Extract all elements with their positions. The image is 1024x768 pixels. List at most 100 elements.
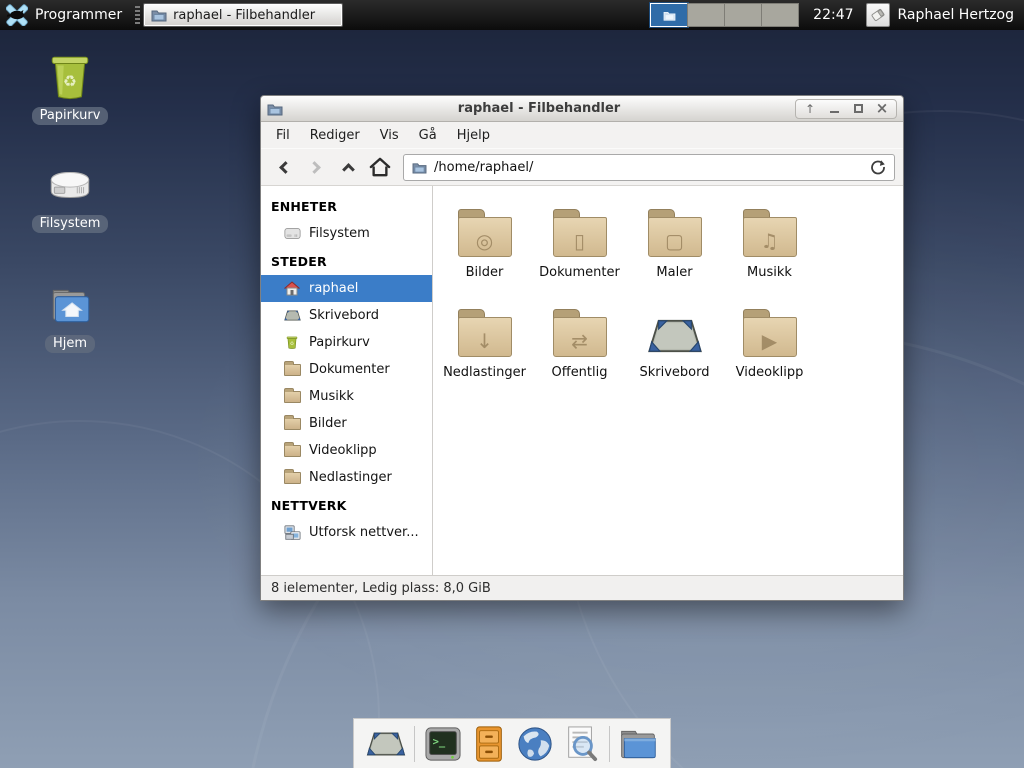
workspace-1[interactable] (650, 3, 688, 27)
svg-text:>_: >_ (433, 735, 446, 747)
sidebar-header-steder: STEDER (261, 247, 432, 275)
file-label: Skrivebord (639, 365, 709, 380)
maximize-button[interactable] (852, 103, 864, 115)
sidebar-item-papirkurv[interactable]: ♻ Papirkurv (261, 329, 432, 356)
file-tile-offentlig[interactable]: ⇄ Offentlig (532, 298, 627, 398)
sidebar-item-videoklipp[interactable]: Videoklipp (261, 437, 432, 464)
folder-documents-icon: ▯ (553, 217, 607, 257)
top-panel: Programmer raphael - Filbehandler 22:47 (0, 0, 1024, 30)
menu-fil[interactable]: Fil (266, 125, 300, 146)
folder-videos-icon: ▶ (743, 317, 797, 357)
home-button[interactable] (365, 153, 395, 181)
titlebar[interactable]: raphael - Filbehandler ↑ × (261, 96, 903, 122)
file-cabinet-icon (472, 725, 506, 763)
file-tile-skrivebord[interactable]: Skrivebord (627, 298, 722, 398)
reload-button[interactable] (870, 159, 886, 175)
menu-rediger[interactable]: Rediger (300, 125, 370, 146)
session-action-button[interactable] (866, 3, 890, 27)
file-label: Musikk (747, 265, 792, 280)
minimize-button[interactable] (828, 103, 840, 115)
desktop-icon-home[interactable]: Hjem (24, 280, 116, 353)
forward-icon (308, 161, 321, 174)
sidebar-item-utforsk-nettverk[interactable]: Utforsk nettver... (261, 519, 432, 546)
menu-vis[interactable]: Vis (370, 125, 409, 146)
folder-icon (283, 470, 301, 486)
file-manager-icon (618, 727, 658, 761)
sidebar-item-bilder[interactable]: Bilder (261, 410, 432, 437)
statusbar: 8 ielementer, Ledig plass: 8,0 GiB (261, 575, 903, 600)
desktop-icon-label: Filsystem (32, 215, 109, 233)
menubar: Fil Rediger Vis Gå Hjelp (261, 122, 903, 148)
desktop-icon (647, 316, 703, 356)
menu-ga[interactable]: Gå (409, 125, 447, 146)
workspace-3[interactable] (724, 3, 762, 27)
folder-public-icon: ⇄ (553, 317, 607, 357)
sidebar-item-label: Papirkurv (309, 335, 370, 350)
path-field[interactable]: /home/raphael/ (403, 154, 895, 181)
window-body: ENHETER Filsystem STEDER (261, 186, 903, 575)
file-tile-musikk[interactable]: ♫ Musikk (722, 198, 817, 298)
sidebar-item-raphael[interactable]: raphael (261, 275, 432, 302)
home-icon (369, 157, 391, 177)
sidebar-header-enheter: ENHETER (261, 192, 432, 220)
trash-icon: ♻ (283, 335, 301, 351)
file-manager-button[interactable] (618, 724, 658, 764)
whiteout-icon (869, 6, 887, 24)
svg-text:♻: ♻ (63, 72, 77, 90)
web-browser-button[interactable] (515, 724, 555, 764)
file-tile-dokumenter[interactable]: ▯ Dokumenter (532, 198, 627, 298)
show-desktop-button[interactable] (366, 724, 406, 764)
up-button[interactable] (333, 153, 363, 181)
window-title: raphael - Filbehandler (289, 101, 789, 116)
sidebar-item-filsystem[interactable]: Filsystem (261, 220, 432, 247)
search-files-icon (563, 725, 599, 763)
tasklist-grip (135, 6, 140, 24)
taskbar-window-button[interactable]: raphael - Filbehandler (143, 3, 343, 27)
file-label: Dokumenter (539, 265, 620, 280)
folder-templates-icon: ▢ (648, 217, 702, 257)
statusbar-text: 8 ielementer, Ledig plass: 8,0 GiB (271, 581, 491, 596)
folder-pictures-icon: ◎ (458, 217, 512, 257)
folder-icon (283, 416, 301, 432)
file-label: Nedlastinger (443, 365, 526, 380)
terminal-icon: >_ (424, 726, 462, 762)
file-tile-videoklipp[interactable]: ▶ Videoklipp (722, 298, 817, 398)
workspace-2[interactable] (687, 3, 725, 27)
harddrive-icon (283, 226, 301, 242)
file-list: ◎ Bilder ▯ Dokumenter ▢ Maler ♫ Musikk (433, 186, 903, 575)
shade-button[interactable]: ↑ (804, 103, 816, 115)
applications-menu-button[interactable]: Programmer (0, 0, 132, 30)
search-files-button[interactable] (561, 724, 601, 764)
sidebar-item-musikk[interactable]: Musikk (261, 383, 432, 410)
applications-menu-label: Programmer (35, 7, 122, 23)
folder-window-icon (151, 8, 167, 22)
forward-button[interactable] (301, 153, 331, 181)
taskbar-window-label: raphael - Filbehandler (173, 8, 315, 23)
desktop-icon-filesystem[interactable]: Filsystem (24, 160, 116, 233)
sidebar-item-nedlastinger[interactable]: Nedlastinger (261, 464, 432, 491)
file-tile-maler[interactable]: ▢ Maler (627, 198, 722, 298)
sidebar-item-dokumenter[interactable]: Dokumenter (261, 356, 432, 383)
desktop-icon-trash[interactable]: ♻ Papirkurv (24, 52, 116, 125)
file-label: Offentlig (552, 365, 608, 380)
file-label: Maler (656, 265, 692, 280)
svg-text:♻: ♻ (290, 341, 294, 347)
web-browser-icon (516, 725, 554, 763)
back-button[interactable] (269, 153, 299, 181)
sidebar-item-skrivebord[interactable]: Skrivebord (261, 302, 432, 329)
menu-hjelp[interactable]: Hjelp (447, 125, 500, 146)
workspace-4[interactable] (761, 3, 799, 27)
file-cabinet-button[interactable] (469, 724, 509, 764)
path-value: /home/raphael/ (434, 160, 533, 175)
file-tile-nedlastinger[interactable]: ↓ Nedlastinger (437, 298, 532, 398)
close-button[interactable]: × (876, 103, 888, 115)
user-name: Raphael Hertzog (898, 7, 1014, 23)
toolbar: /home/raphael/ (261, 148, 903, 186)
file-tile-bilder[interactable]: ◎ Bilder (437, 198, 532, 298)
trash-icon: ♻ (45, 52, 95, 102)
file-label: Bilder (466, 265, 504, 280)
reload-icon (870, 159, 886, 175)
terminal-button[interactable]: >_ (423, 724, 463, 764)
sidebar-header-nettverk: NETTVERK (261, 491, 432, 519)
sidebar-item-label: Bilder (309, 416, 347, 431)
